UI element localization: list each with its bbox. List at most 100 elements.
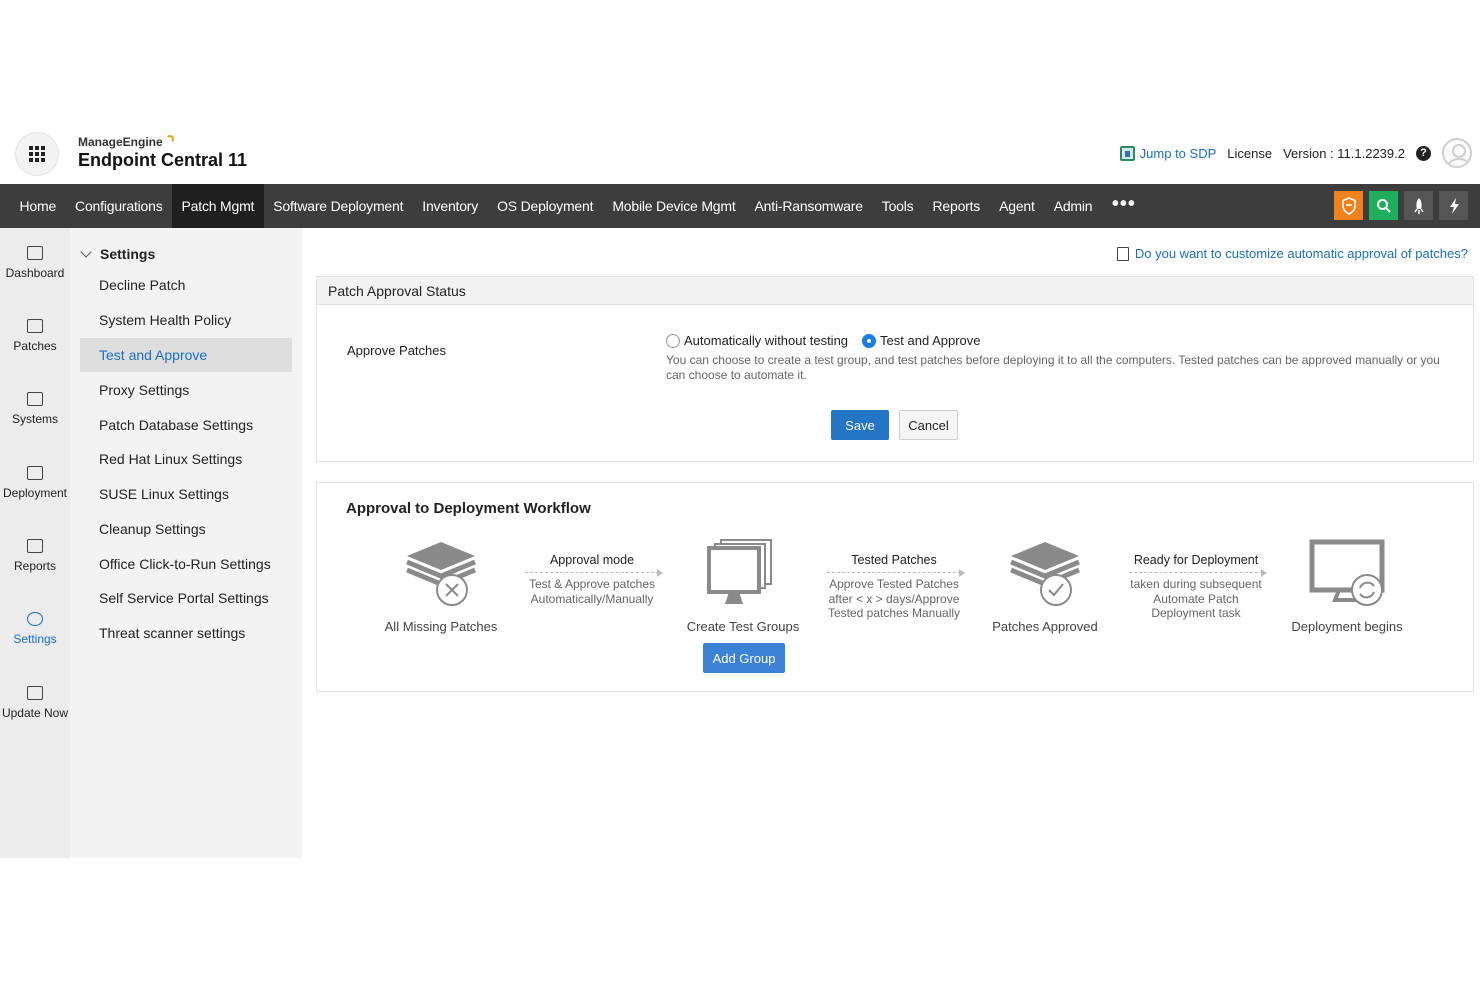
nav-home[interactable]: Home	[10, 184, 66, 228]
rail-dashboard-label: Dashboard	[5, 266, 65, 280]
radio-button-on[interactable]	[862, 333, 877, 348]
reports-icon	[27, 539, 43, 553]
arrow-desc-2: Automate Patch	[1153, 591, 1239, 606]
brand-logo[interactable]: ManageEngine Endpoint Central 11	[78, 135, 247, 171]
sdp-icon	[1119, 145, 1135, 161]
rocket-icon[interactable]	[1404, 191, 1433, 220]
patch-approval-panel: Patch Approval Status Approve Patches Au…	[316, 276, 1474, 462]
app-grid-icon[interactable]	[15, 132, 59, 176]
patches-icon	[27, 319, 43, 333]
side-item-self-service-portal-settings[interactable]: Self Service Portal Settings	[80, 581, 292, 615]
cancel-button[interactable]: Cancel	[899, 410, 958, 440]
rail-settings-label: Settings	[13, 632, 57, 646]
side-item-decline-patch[interactable]: Decline Patch	[80, 268, 292, 302]
side-item-red-hat-linux-settings[interactable]: Red Hat Linux Settings	[80, 442, 292, 476]
approval-description: You can choose to create a test group, a…	[666, 353, 1440, 382]
side-item-cleanup-settings[interactable]: Cleanup Settings	[80, 512, 292, 546]
dashboard-icon	[27, 246, 43, 260]
customize-approval-label: Do you want to customize automatic appro…	[1134, 246, 1468, 261]
header: ManageEngine Endpoint Central 11 Jump to…	[0, 130, 1480, 184]
license-link[interactable]: License	[1227, 146, 1272, 161]
customize-approval-link[interactable]: Do you want to customize automatic appro…	[1116, 246, 1468, 261]
left-icon-rail: Dashboard Patches Systems Deployment Rep…	[0, 228, 70, 858]
workflow-step-deployment-begins: Deployment begins	[1272, 538, 1422, 634]
radio-button-off[interactable]	[666, 333, 680, 348]
nav-inventory[interactable]: Inventory	[413, 184, 488, 228]
radio-test-label: Test and Approve	[880, 333, 981, 348]
arrow-desc-2: after < x > days/Approve	[828, 591, 960, 606]
settings-heading-label: Settings	[100, 246, 156, 262]
nav-admin[interactable]: Admin	[1044, 184, 1102, 228]
radio-auto-label: Automatically without testing	[684, 333, 849, 348]
nav-os-deployment[interactable]: OS Deployment	[488, 184, 603, 228]
shield-icon[interactable]	[1334, 191, 1363, 220]
help-icon[interactable]: ?	[1416, 145, 1431, 161]
arrow-desc-2: Automatically/Manually	[530, 591, 654, 606]
workflow-step-missing-patches: All Missing Patches	[366, 538, 516, 634]
monitor-group-icon	[707, 539, 772, 604]
version-label: Version : 11.1.2239.2	[1283, 145, 1405, 161]
nav-mobile-device-mgmt[interactable]: Mobile Device Mgmt	[603, 184, 745, 228]
avatar-icon[interactable]	[1442, 138, 1472, 168]
settings-icon	[27, 612, 43, 626]
rail-settings[interactable]: Settings	[0, 594, 70, 664]
nav-more-icon[interactable]: •••	[1102, 184, 1146, 228]
rail-systems[interactable]: Systems	[0, 374, 70, 444]
settings-heading[interactable]: Settings	[80, 246, 156, 262]
patch-approved-icon	[1010, 542, 1080, 606]
arrow-desc-1: Test & Approve patches	[528, 577, 656, 591]
rail-deployment[interactable]: Deployment	[0, 448, 70, 518]
settings-side-menu: Settings Decline Patch System Health Pol…	[70, 228, 302, 858]
workflow-arrow-approval-mode: Approval mode Test & Approve patches Aut…	[517, 553, 667, 606]
nav-agent[interactable]: Agent	[990, 184, 1045, 228]
rail-dashboard[interactable]: Dashboard	[0, 228, 70, 298]
save-button[interactable]: Save	[831, 410, 889, 440]
workflow-title: Approval to Deployment Workflow	[346, 500, 591, 517]
nav-patch-mgmt[interactable]: Patch Mgmt	[172, 184, 264, 228]
rail-deployment-label: Deployment	[2, 486, 68, 500]
nav-anti-ransomware[interactable]: Anti-Ransomware	[745, 184, 872, 228]
rail-reports[interactable]: Reports	[0, 521, 70, 591]
arrow-heading: Ready for Deployment	[1133, 553, 1259, 567]
add-group-button[interactable]: Add Group	[703, 643, 785, 673]
side-item-test-and-approve[interactable]: Test and Approve	[80, 338, 292, 372]
rail-patches[interactable]: Patches	[0, 301, 70, 371]
side-item-office-click-to-run-settings[interactable]: Office Click-to-Run Settings	[80, 547, 292, 581]
radio-test-and-approve[interactable]: Test and Approve	[862, 333, 981, 348]
jump-to-sdp-link[interactable]: Jump to SDP	[1119, 145, 1216, 161]
update-now-icon	[27, 686, 43, 700]
workflow-step-patches-approved: Patches Approved	[970, 538, 1120, 634]
workflow-panel: Approval to Deployment Workflow All Miss…	[316, 482, 1474, 692]
systems-icon	[27, 392, 43, 406]
approval-radio-group: Automatically without testing Test and A…	[666, 333, 995, 348]
arrow-right-icon	[827, 569, 965, 577]
radio-auto-without-testing[interactable]: Automatically without testing	[666, 333, 848, 348]
brand-company: ManageEngine	[78, 135, 163, 149]
bolt-icon[interactable]	[1439, 191, 1468, 220]
nav-configurations[interactable]: Configurations	[66, 184, 172, 228]
rail-patches-label: Patches	[13, 339, 57, 353]
side-item-suse-linux-settings[interactable]: SUSE Linux Settings	[80, 477, 292, 511]
side-item-system-health-policy[interactable]: System Health Policy	[80, 303, 292, 337]
nav-tools[interactable]: Tools	[872, 184, 923, 228]
arrow-right-icon	[1129, 569, 1267, 577]
brand-product: Endpoint Central 11	[78, 150, 248, 170]
side-item-proxy-settings[interactable]: Proxy Settings	[80, 373, 292, 407]
header-right: Jump to SDP License Version : 11.1.2239.…	[1119, 138, 1472, 168]
rail-update-now[interactable]: Update Now	[0, 668, 70, 738]
arrow-desc-3: Deployment task	[1151, 606, 1241, 620]
arrow-desc-1: Approve Tested Patches	[829, 577, 959, 591]
step-label: All Missing Patches	[384, 619, 498, 634]
rail-systems-label: Systems	[11, 412, 58, 426]
search-icon[interactable]	[1369, 191, 1398, 220]
rail-update-now-label: Update Now	[1, 706, 69, 720]
main-navbar: Home Configurations Patch Mgmt Software …	[0, 184, 1480, 228]
side-item-threat-scanner-settings[interactable]: Threat scanner settings	[80, 616, 292, 650]
side-item-patch-database-settings[interactable]: Patch Database Settings	[80, 408, 292, 442]
step-label: Patches Approved	[992, 619, 1098, 634]
chevron-down-icon	[80, 246, 92, 258]
nav-software-deployment[interactable]: Software Deployment	[264, 184, 413, 228]
workflow-step-test-groups: Create Test Groups	[668, 538, 818, 634]
patch-approval-title: Patch Approval Status	[317, 277, 1473, 305]
nav-reports[interactable]: Reports	[923, 184, 990, 228]
